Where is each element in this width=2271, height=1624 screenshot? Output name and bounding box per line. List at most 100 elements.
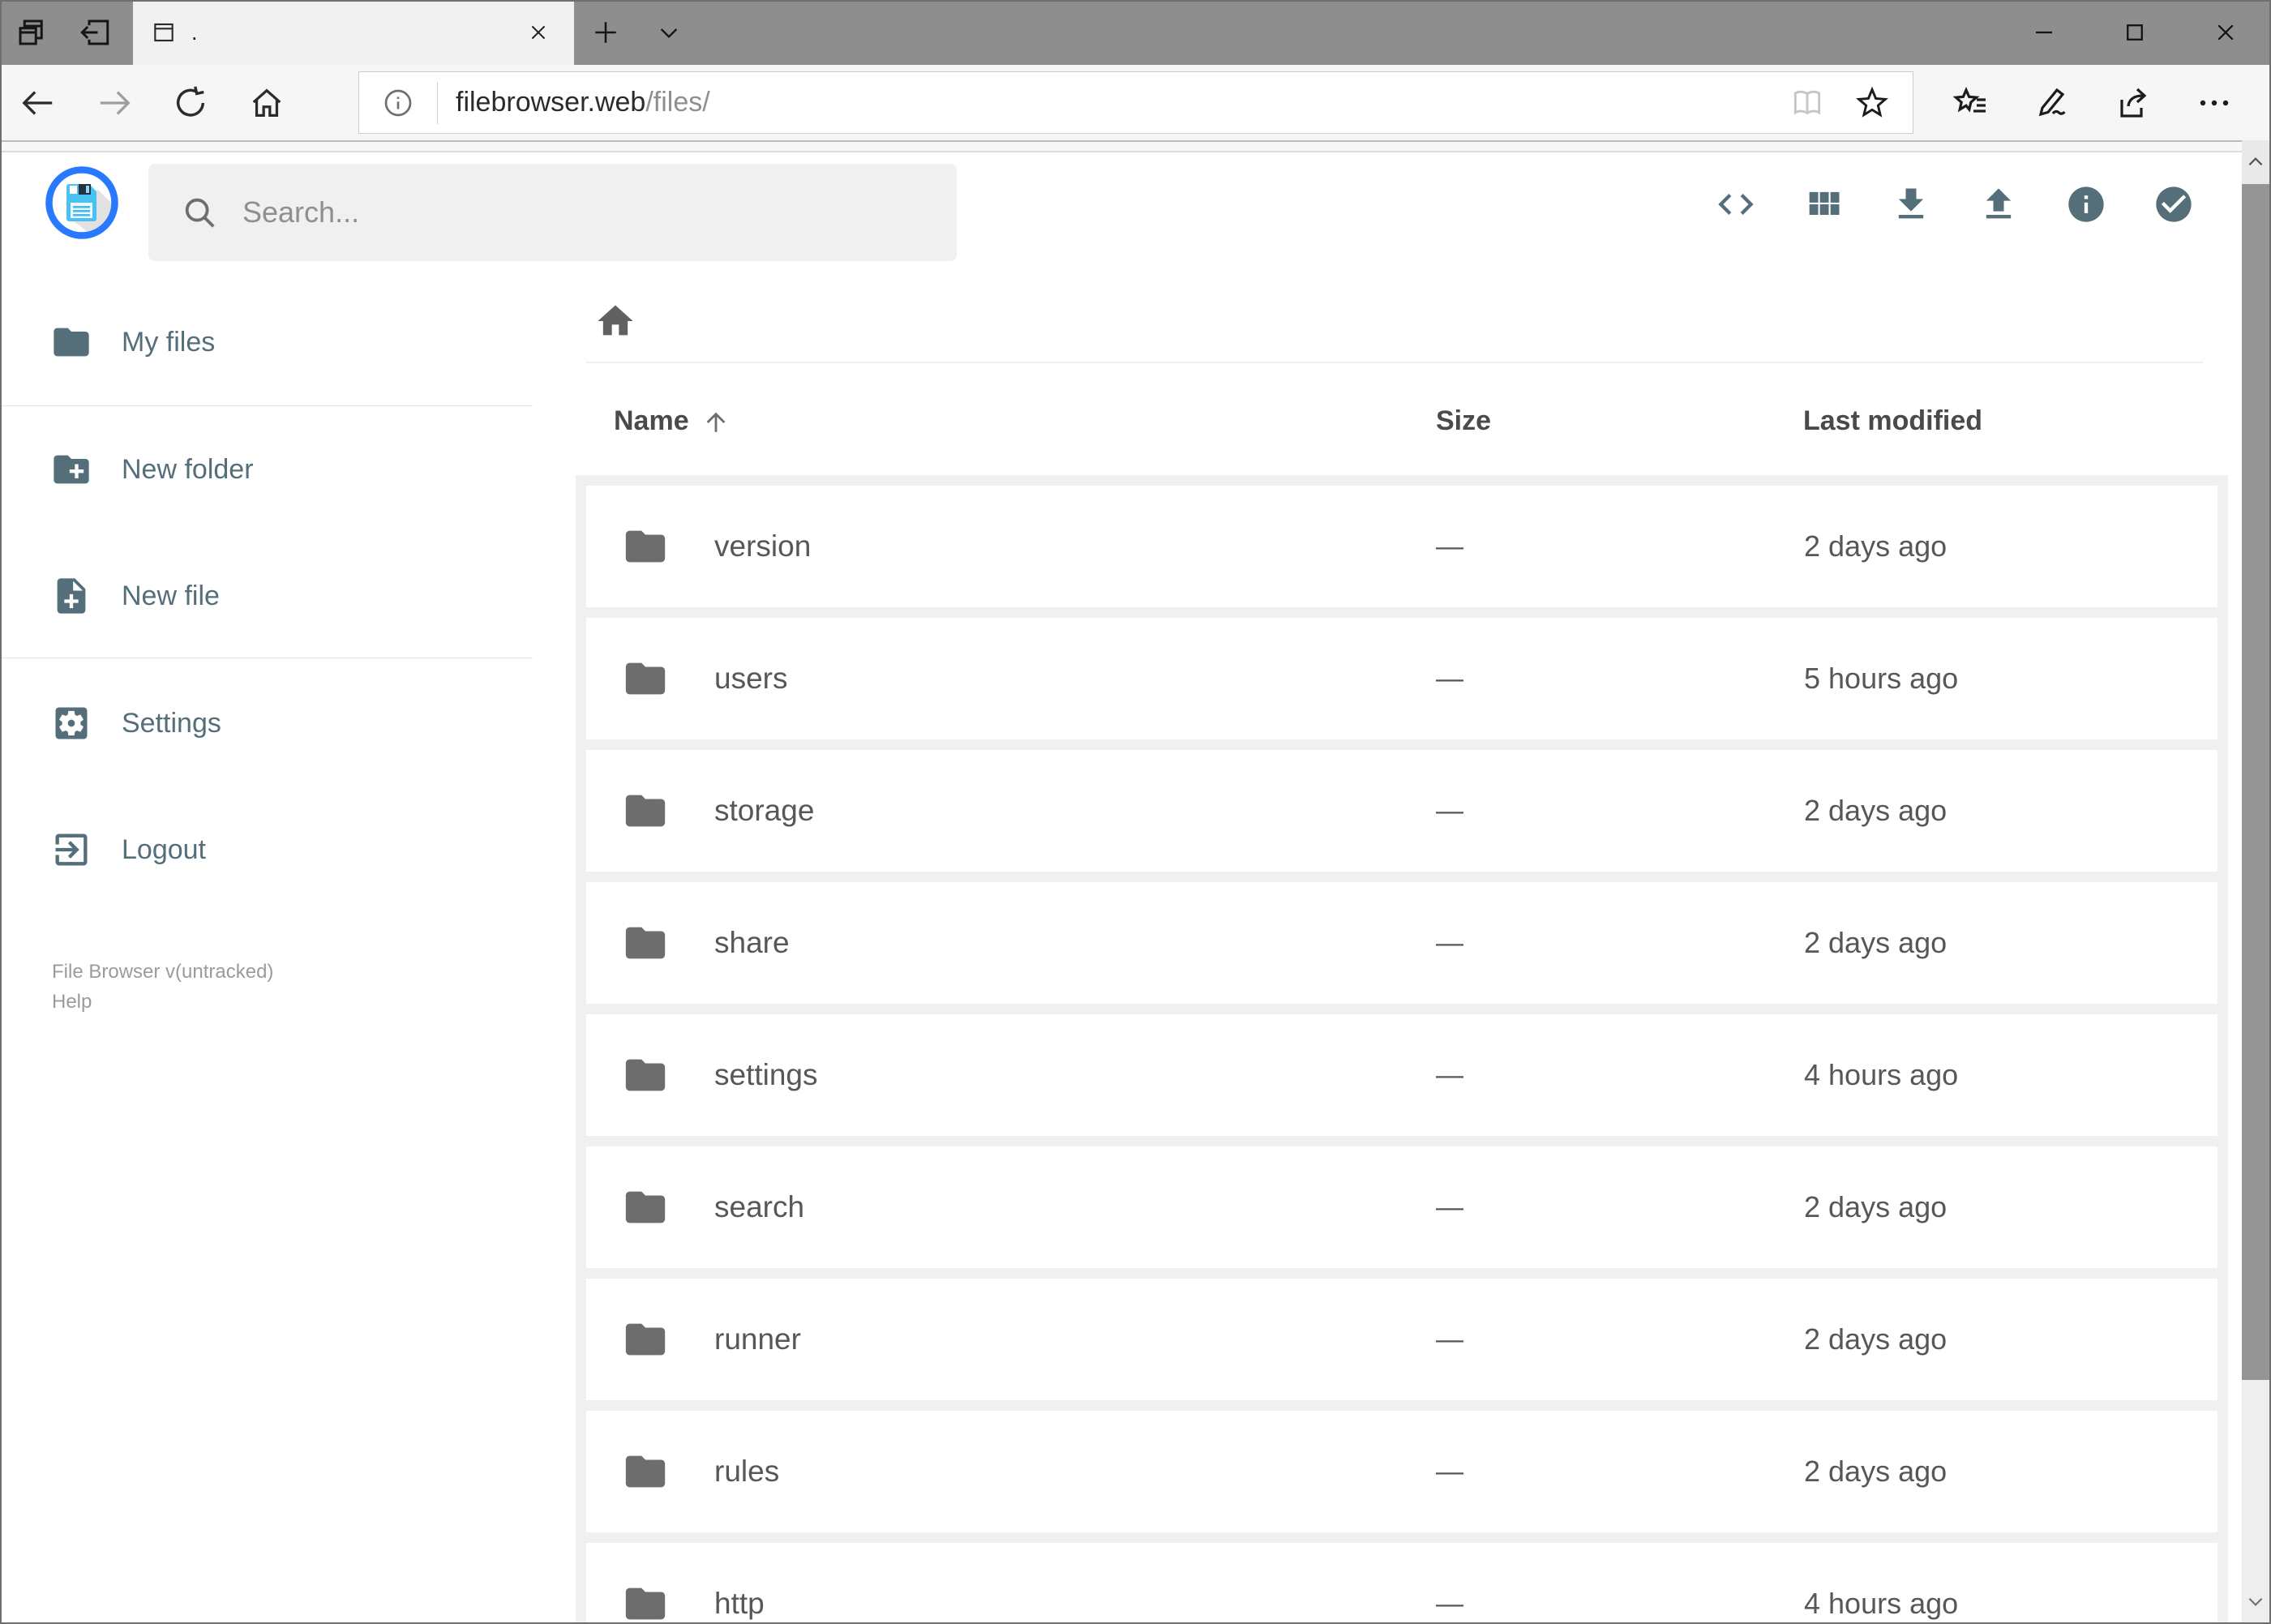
add-favorite-button[interactable] <box>1840 75 1905 131</box>
sidebar-item-settings[interactable]: Settings <box>2 691 537 756</box>
listing-row-settings[interactable]: settings — 4 hours ago <box>586 1014 2217 1136</box>
sidebar-item-new-folder[interactable]: New folder <box>2 437 537 502</box>
file-modified: 4 hours ago <box>1804 1058 1959 1091</box>
version-text: File Browser v(untracked) <box>52 961 274 983</box>
file-size: — <box>1436 662 1463 694</box>
listing-row-runner[interactable]: runner — 2 days ago <box>586 1279 2217 1400</box>
sidebar-item-label: Settings <box>122 707 221 739</box>
info-outline-icon <box>384 89 412 116</box>
file-name: settings <box>714 1058 818 1091</box>
info-button[interactable] <box>2065 183 2107 225</box>
sidebar-item-logout[interactable]: Logout <box>2 817 537 882</box>
page-top-strip <box>0 142 2271 152</box>
home-breadcrumb-icon <box>598 305 633 336</box>
upload-button[interactable] <box>1977 183 2020 225</box>
url-path: /files/ <box>645 87 710 118</box>
listing-row-search[interactable]: search — 2 days ago <box>586 1146 2217 1268</box>
column-header-modified[interactable]: Last modified <box>1803 405 1982 437</box>
maximize-button[interactable] <box>2089 0 2180 65</box>
file-modified: 2 days ago <box>1804 1190 1947 1223</box>
shell-button[interactable] <box>1715 183 1757 225</box>
new-tab-button[interactable] <box>574 0 637 65</box>
more-button[interactable] <box>2174 65 2255 140</box>
star-icon <box>1856 86 1888 118</box>
folder-icon <box>622 1184 669 1231</box>
grid-view-icon <box>1809 191 1840 215</box>
reading-view-button[interactable] <box>1775 75 1840 131</box>
site-info-button[interactable] <box>359 87 437 119</box>
listing-column-headers: Name Size Last modified <box>586 405 2203 451</box>
annotate-button[interactable] <box>2012 65 2093 140</box>
sidebar-item-label: New folder <box>122 453 254 485</box>
file-modified: 5 hours ago <box>1804 662 1959 695</box>
file-size: — <box>1436 1059 1463 1091</box>
share-icon <box>2120 88 2147 118</box>
minimize-button[interactable] <box>1999 0 2089 65</box>
file-name: rules <box>714 1455 780 1488</box>
url-text[interactable]: filebrowser.web/files/ <box>456 87 1775 118</box>
breadcrumb-home-button[interactable] <box>594 300 636 342</box>
file-modified: 2 days ago <box>1804 1322 1947 1356</box>
sidebar-item-my-files[interactable]: My files <box>2 310 537 375</box>
help-link[interactable]: Help <box>52 987 273 1017</box>
sidebar-item-new-file[interactable]: New file <box>2 563 537 628</box>
header-divider <box>586 362 2203 363</box>
search-input[interactable] <box>241 195 909 230</box>
refresh-button[interactable] <box>152 65 229 140</box>
filebrowser-header <box>0 152 2271 268</box>
folder-icon <box>622 1580 669 1624</box>
filebrowser-logo[interactable] <box>45 165 119 240</box>
close-window-button[interactable] <box>2180 0 2271 65</box>
file-size: — <box>1436 530 1463 562</box>
file-name: http <box>714 1587 765 1620</box>
window-controls <box>1999 0 2271 65</box>
grid-view-button[interactable] <box>1802 183 1845 225</box>
chevron-up-icon <box>2248 157 2263 166</box>
search-icon <box>181 194 218 231</box>
file-name: users <box>714 662 788 695</box>
scroll-up-button[interactable] <box>2242 140 2269 184</box>
plus-icon <box>592 19 619 46</box>
select-multiple-button[interactable] <box>2153 183 2195 225</box>
sidebar-item-label: New file <box>122 580 220 611</box>
select-multiple-icon <box>2156 186 2192 222</box>
listing-row-users[interactable]: users — 5 hours ago <box>586 618 2217 739</box>
listing-row-rules[interactable]: rules — 2 days ago <box>586 1411 2217 1532</box>
folder-icon <box>622 655 669 702</box>
pen-icon <box>2038 88 2066 116</box>
tab-close-button[interactable] <box>521 15 556 50</box>
favorites-hub-button[interactable] <box>1930 65 2012 140</box>
page-scrollbar[interactable] <box>2242 140 2269 1622</box>
code-icon <box>1718 194 1754 215</box>
address-bar-actions <box>1775 75 1905 131</box>
address-bar[interactable]: filebrowser.web/files/ <box>358 71 1913 134</box>
tabs-set-aside-icon <box>78 15 112 49</box>
listing-row-http[interactable]: http — 4 hours ago <box>586 1543 2217 1624</box>
column-header-size[interactable]: Size <box>1436 405 1491 437</box>
logout-icon <box>50 829 92 871</box>
settings-icon <box>50 702 92 744</box>
share-button[interactable] <box>2093 65 2174 140</box>
forward-button[interactable] <box>76 65 152 140</box>
search-box[interactable] <box>148 164 957 261</box>
tab-title: . <box>191 19 198 45</box>
scrollbar-thumb[interactable] <box>2242 184 2269 1380</box>
listing-row-version[interactable]: version — 2 days ago <box>586 486 2217 607</box>
scroll-down-button[interactable] <box>2242 1580 2269 1622</box>
tab-list-dropdown-button[interactable] <box>637 0 701 65</box>
toolbar-buttons <box>1930 65 2255 140</box>
listing-row-storage[interactable]: storage — 2 days ago <box>586 750 2217 872</box>
column-header-name[interactable]: Name <box>614 405 730 437</box>
download-button[interactable] <box>1890 183 1932 225</box>
tabs-set-aside-button[interactable] <box>63 0 126 65</box>
file-name: version <box>714 529 812 563</box>
browser-tab[interactable]: . <box>133 0 574 65</box>
listing-row-share[interactable]: share — 2 days ago <box>586 882 2217 1004</box>
refresh-icon <box>176 86 205 117</box>
new-folder-icon <box>50 448 92 491</box>
home-button[interactable] <box>229 65 305 140</box>
new-file-icon <box>50 575 92 617</box>
info-icon <box>2068 186 2104 222</box>
back-button[interactable] <box>0 65 76 140</box>
tab-preview-button[interactable] <box>0 0 63 65</box>
